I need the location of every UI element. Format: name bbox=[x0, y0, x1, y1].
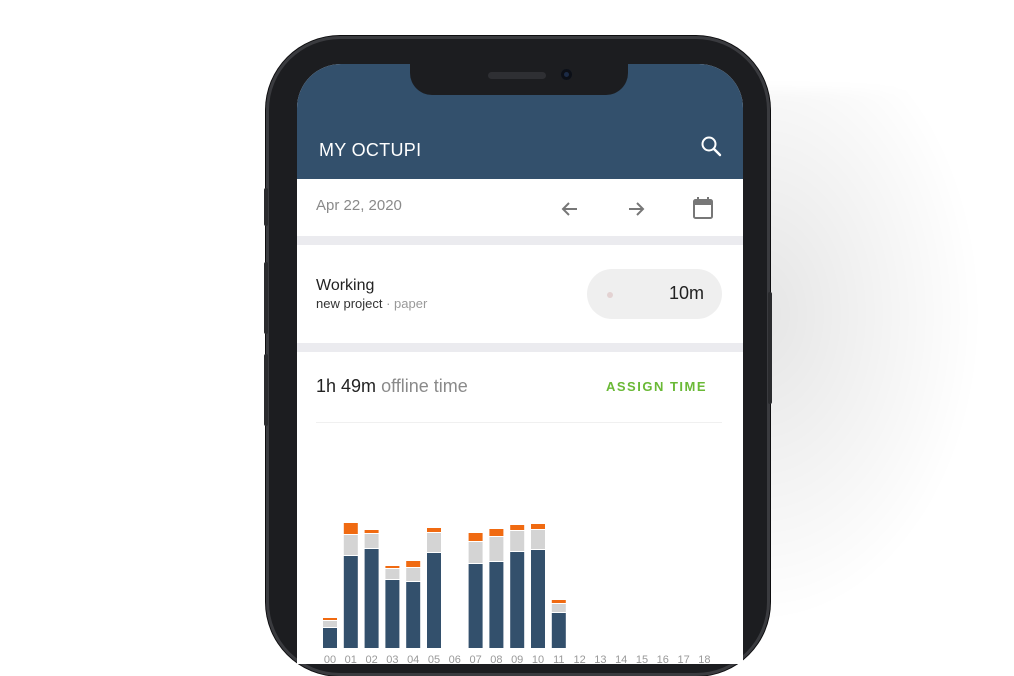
bar-segment-03-0 bbox=[385, 580, 400, 648]
section-divider bbox=[297, 236, 743, 245]
x-tick-label: 17 bbox=[677, 654, 689, 664]
bar-segment-02-2 bbox=[364, 530, 379, 533]
x-tick-label: 15 bbox=[636, 654, 648, 664]
bar-segment-09-2 bbox=[510, 525, 525, 530]
arrow-left-icon[interactable] bbox=[559, 198, 581, 220]
bar-segment-07-2 bbox=[468, 533, 483, 541]
bar-segment-01-1 bbox=[343, 535, 358, 555]
x-tick-label: 03 bbox=[386, 654, 398, 664]
activity-subtitle: new project · paper bbox=[316, 296, 427, 311]
x-tick-label: 00 bbox=[324, 654, 336, 664]
offline-label: offline time bbox=[381, 376, 468, 396]
activity-title: Working bbox=[316, 277, 375, 294]
bar-segment-10-1 bbox=[531, 530, 545, 549]
arrow-right-icon[interactable] bbox=[625, 198, 647, 220]
app-title: MY OCTUPI bbox=[319, 140, 422, 160]
bar-segment-11-0 bbox=[551, 613, 566, 648]
x-tick-label: 06 bbox=[449, 654, 461, 664]
x-tick-label: 14 bbox=[615, 654, 627, 664]
x-tick-label: 07 bbox=[469, 654, 481, 664]
bar-segment-09-1 bbox=[510, 531, 525, 551]
offline-time-summary: 1h 49m offline time bbox=[316, 376, 468, 397]
x-tick-label: 02 bbox=[365, 654, 377, 664]
hourly-activity-chart: 00 01 02 03 04 05 06 07 08 09 10 11 12 13 14 15 16 17 18 bbox=[323, 523, 711, 664]
mute-switch bbox=[264, 188, 268, 226]
speaker-grille bbox=[488, 72, 546, 79]
x-tick-label: 05 bbox=[428, 654, 440, 664]
bar-segment-11-1 bbox=[551, 604, 566, 612]
notch bbox=[410, 64, 628, 95]
bar-segment-02-0 bbox=[364, 549, 379, 648]
x-tick-label: 09 bbox=[511, 654, 523, 664]
task-name: paper bbox=[394, 296, 428, 311]
bar-segment-04-0 bbox=[406, 582, 421, 648]
timer-value: 10m bbox=[668, 283, 704, 303]
front-camera bbox=[561, 69, 572, 80]
search-icon[interactable] bbox=[699, 134, 723, 158]
x-tick-label: 12 bbox=[573, 654, 585, 664]
phone-screen: MY OCTUPI Apr 22, 2020 Working new proje… bbox=[297, 64, 743, 664]
x-tick-label: 10 bbox=[532, 654, 544, 664]
x-tick-label: 13 bbox=[594, 654, 606, 664]
bar-segment-08-0 bbox=[489, 562, 504, 648]
volume-up-button bbox=[264, 262, 268, 334]
bar-segment-00-0 bbox=[323, 628, 337, 648]
bar-segment-10-2 bbox=[531, 524, 545, 529]
bar-segment-01-0 bbox=[343, 556, 358, 648]
bar-segment-05-2 bbox=[427, 528, 441, 532]
bar-segment-07-0 bbox=[468, 564, 483, 648]
project-name: new project bbox=[316, 296, 383, 311]
bar-segment-03-1 bbox=[385, 569, 400, 579]
power-button bbox=[768, 292, 772, 404]
bar-segment-03-2 bbox=[385, 566, 400, 568]
chart-top-rule bbox=[316, 422, 722, 423]
bar-segment-04-2 bbox=[406, 561, 421, 567]
current-date[interactable]: Apr 22, 2020 bbox=[316, 197, 402, 214]
x-tick-label: 16 bbox=[657, 654, 669, 664]
project-task-separator: · bbox=[382, 296, 395, 311]
bar-segment-04-1 bbox=[406, 568, 421, 581]
x-tick-label: 08 bbox=[490, 654, 502, 664]
calendar-icon[interactable] bbox=[692, 196, 714, 220]
offline-duration: 1h 49m bbox=[316, 376, 377, 396]
timer-pill[interactable]: 10m bbox=[587, 269, 722, 319]
x-tick-label: 18 bbox=[698, 654, 710, 664]
timer-indicator-dot bbox=[607, 292, 613, 298]
x-tick-label: 04 bbox=[407, 654, 419, 664]
bar-segment-02-1 bbox=[364, 534, 379, 548]
volume-down-button bbox=[264, 354, 268, 426]
bar-segment-09-0 bbox=[510, 552, 525, 648]
assign-time-button[interactable]: ASSIGN TIME bbox=[606, 379, 707, 394]
bar-segment-08-2 bbox=[489, 529, 504, 536]
bar-segment-01-2 bbox=[343, 523, 358, 534]
bar-segment-00-2 bbox=[323, 618, 337, 620]
bar-segment-08-1 bbox=[489, 537, 504, 561]
bar-segment-11-2 bbox=[551, 600, 566, 603]
x-tick-label: 01 bbox=[345, 654, 357, 664]
bar-segment-10-0 bbox=[531, 550, 545, 648]
bar-segment-05-0 bbox=[427, 553, 441, 648]
bar-segment-00-1 bbox=[323, 621, 337, 627]
x-tick-label: 11 bbox=[553, 654, 564, 664]
section-divider bbox=[297, 343, 743, 352]
bar-segment-05-1 bbox=[427, 533, 441, 552]
bar-segment-07-1 bbox=[468, 542, 483, 563]
